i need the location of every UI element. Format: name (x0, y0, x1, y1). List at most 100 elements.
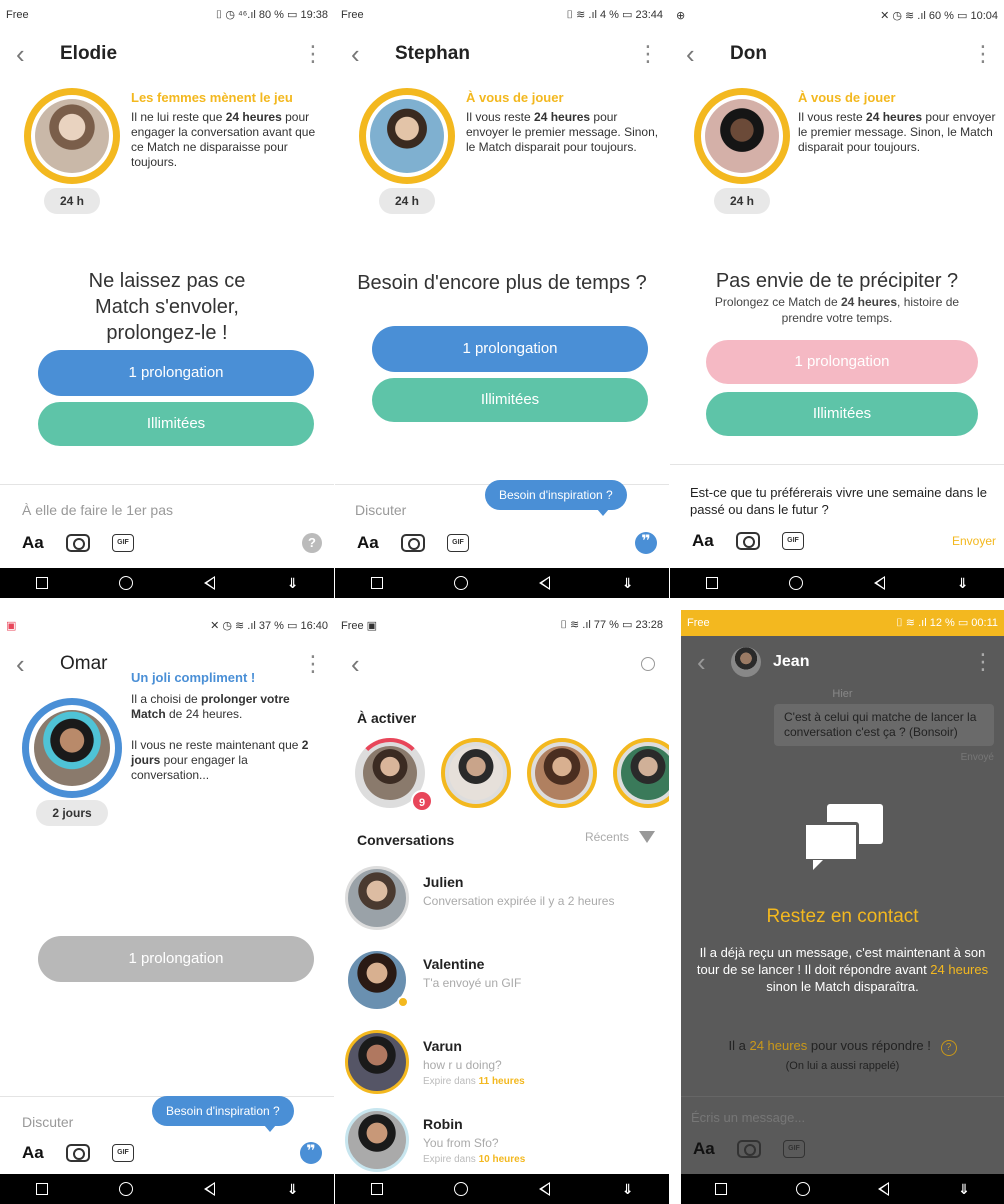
match-avatar[interactable] (22, 698, 122, 798)
sort-dropdown[interactable]: Récents (585, 830, 655, 844)
text-format-button[interactable]: Aa (692, 531, 736, 551)
match-avatar[interactable] (24, 88, 120, 184)
back-nav-icon[interactable] (539, 1182, 551, 1196)
message-body: Il vous reste 24 heures pour envoyer le … (798, 110, 996, 154)
gif-button[interactable]: GIF (783, 1140, 805, 1158)
contact-name[interactable]: Jean (773, 653, 972, 671)
filter-icon[interactable] (639, 831, 655, 843)
send-button[interactable]: Envoyer (952, 534, 996, 548)
pending-match-avatar[interactable] (613, 738, 669, 808)
unlimited-button[interactable]: Illimitées (706, 392, 978, 436)
message-input[interactable]: Discuter (355, 502, 406, 518)
sent-message-bubble[interactable]: C'est à celui qui matche de lancer la co… (774, 704, 994, 746)
camera-icon[interactable] (66, 534, 90, 552)
back-nav-icon[interactable] (874, 576, 886, 590)
home-nav-icon[interactable] (453, 576, 468, 590)
home-nav-icon[interactable] (795, 1182, 810, 1196)
search-icon[interactable] (641, 657, 655, 671)
status-icons: ⌷ ≋ .ıl 77 % ▭ 23:28 (560, 619, 663, 631)
home-nav-icon[interactable] (118, 1182, 133, 1196)
camera-icon[interactable] (736, 532, 760, 550)
back-icon[interactable]: ‹ (697, 649, 727, 675)
match-avatar[interactable] (694, 88, 790, 184)
text-format-button[interactable]: Aa (357, 533, 401, 553)
contact-name[interactable]: Elodie (60, 43, 302, 65)
home-nav-icon[interactable] (788, 576, 803, 590)
inspiration-tooltip[interactable]: Besoin d'inspiration ? (152, 1096, 294, 1132)
match-avatar[interactable] (359, 88, 455, 184)
notifications-nav-icon[interactable]: ⇓ (958, 1181, 970, 1198)
back-icon[interactable]: ‹ (16, 41, 46, 67)
back-icon[interactable]: ‹ (686, 41, 716, 67)
one-extension-button[interactable]: 1 prolongation (706, 340, 978, 384)
more-options-icon[interactable]: ⋮ (972, 41, 994, 67)
panel-stephan: Free ⌷ ≋ .ıl 4 % ▭ 23:44 ‹ Stephan ⋮ 24 … (335, 0, 669, 598)
gif-button[interactable]: GIF (112, 534, 134, 552)
one-extension-button[interactable]: 1 prolongation (38, 936, 314, 982)
inspiration-quote-icon[interactable]: ❞ (635, 532, 657, 554)
pending-match-avatar[interactable] (527, 738, 597, 808)
conversation-row[interactable]: Robin You from Sfo? Expire dans 10 heure… (335, 1108, 669, 1174)
conversation-row[interactable]: Varun how r u doing? Expire dans 11 heur… (335, 1030, 669, 1096)
more-options-icon[interactable]: ⋮ (972, 649, 994, 675)
more-options-icon[interactable]: ⋮ (302, 41, 324, 67)
message-body: Il vous reste 24 heures pour envoyer le … (466, 110, 659, 154)
inspiration-tooltip[interactable]: Besoin d'inspiration ? (485, 480, 627, 516)
chat-header: ‹ Jean ⋮ (681, 638, 1004, 686)
recents-nav-icon[interactable] (715, 1183, 728, 1195)
camera-icon[interactable] (66, 1144, 90, 1162)
android-nav-bar: ⇓ (0, 1174, 334, 1204)
pending-match-avatar[interactable] (441, 738, 511, 808)
gif-button[interactable]: GIF (112, 1144, 134, 1162)
conversation-row[interactable]: Valentine T'a envoyé un GIF (335, 948, 669, 1014)
home-nav-icon[interactable] (453, 1182, 468, 1196)
text-format-button[interactable]: Aa (693, 1139, 737, 1159)
message-title: Les femmes mènent le jeu (131, 90, 293, 105)
back-nav-icon[interactable] (878, 1182, 890, 1196)
back-icon[interactable]: ‹ (351, 651, 381, 677)
one-extension-button[interactable]: 1 prolongation (38, 350, 314, 396)
notifications-nav-icon[interactable]: ⇓ (957, 575, 969, 592)
recents-nav-icon[interactable] (370, 1183, 383, 1195)
text-format-button[interactable]: Aa (22, 1143, 66, 1163)
back-nav-icon[interactable] (204, 1182, 216, 1196)
recents-nav-icon[interactable] (705, 577, 718, 589)
contact-name[interactable]: Don (730, 43, 972, 65)
contact-name[interactable]: Stephan (395, 43, 637, 65)
message-input[interactable]: Discuter (22, 1114, 73, 1130)
back-nav-icon[interactable] (204, 576, 216, 590)
more-options-icon[interactable]: ⋮ (637, 41, 659, 67)
back-icon[interactable]: ‹ (351, 41, 381, 67)
notifications-nav-icon[interactable]: ⇓ (622, 575, 634, 592)
notifications-nav-icon[interactable]: ⇓ (287, 575, 299, 592)
home-nav-icon[interactable] (118, 576, 133, 590)
one-extension-button[interactable]: 1 prolongation (372, 326, 648, 372)
message-input[interactable]: À elle de faire le 1er pas (22, 502, 173, 518)
gif-button[interactable]: GIF (447, 534, 469, 552)
more-options-icon[interactable]: ⋮ (302, 651, 324, 677)
carrier: Free (687, 617, 710, 629)
gif-button[interactable]: GIF (782, 532, 804, 550)
notifications-nav-icon[interactable]: ⇓ (622, 1181, 634, 1198)
message-input[interactable]: Écris un message... (691, 1110, 805, 1125)
recents-nav-icon[interactable] (35, 577, 48, 589)
notifications-nav-icon[interactable]: ⇓ (287, 1181, 299, 1198)
message-input[interactable]: Est-ce que tu préférerais vivre une sema… (690, 484, 990, 518)
unlimited-button[interactable]: Illimitées (372, 378, 648, 422)
help-icon[interactable]: ? (302, 533, 322, 553)
contact-avatar[interactable] (731, 647, 761, 677)
status-icons: ⌷ ◷ ⁴⁶.ıl 80 % ▭ 19:38 (215, 9, 328, 21)
extend-title: Besoin d'encore plus de temps ? (357, 272, 647, 294)
recents-nav-icon[interactable] (370, 577, 383, 589)
inspiration-quote-icon[interactable]: ❞ (300, 1142, 322, 1164)
help-icon[interactable]: ? (940, 1040, 957, 1056)
conversation-row[interactable]: Julien Conversation expirée il y a 2 heu… (335, 866, 669, 932)
camera-icon[interactable] (401, 534, 425, 552)
camera-icon[interactable] (737, 1140, 761, 1158)
back-nav-icon[interactable] (539, 576, 551, 590)
back-icon[interactable]: ‹ (16, 651, 46, 677)
text-format-button[interactable]: Aa (22, 533, 66, 553)
status-bar: Free ⌷ ≋ .ıl 4 % ▭ 23:44 (335, 0, 669, 30)
unlimited-button[interactable]: Illimitées (38, 402, 314, 446)
recents-nav-icon[interactable] (35, 1183, 48, 1195)
